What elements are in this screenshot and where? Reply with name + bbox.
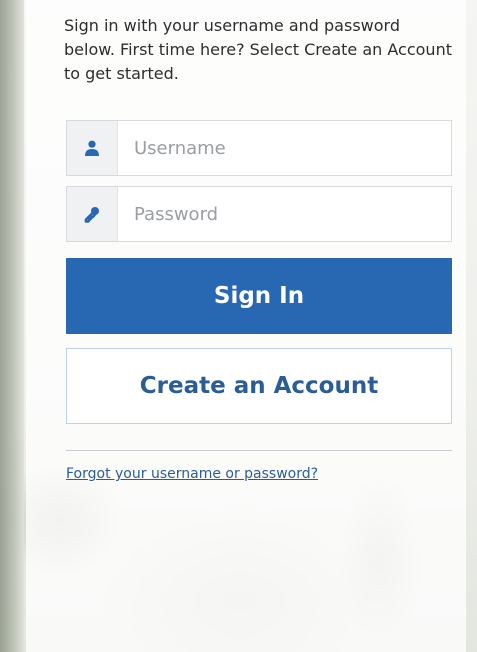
forgot-credentials-link[interactable]: Forgot your username or password? (66, 466, 318, 482)
create-account-button[interactable]: Create an Account (66, 348, 452, 424)
password-field[interactable] (66, 186, 452, 242)
user-icon (67, 121, 118, 175)
username-input[interactable] (118, 121, 451, 175)
intro-text: Sign in with your username and password … (64, 16, 452, 83)
sign-in-button[interactable]: Sign In (66, 258, 452, 334)
key-icon (67, 187, 118, 241)
background-edge (0, 0, 24, 652)
divider (66, 450, 452, 451)
password-input[interactable] (118, 187, 451, 241)
sign-in-button-label: Sign In (213, 283, 305, 309)
username-field[interactable] (66, 120, 452, 176)
create-account-button-label: Create an Account (139, 373, 379, 399)
